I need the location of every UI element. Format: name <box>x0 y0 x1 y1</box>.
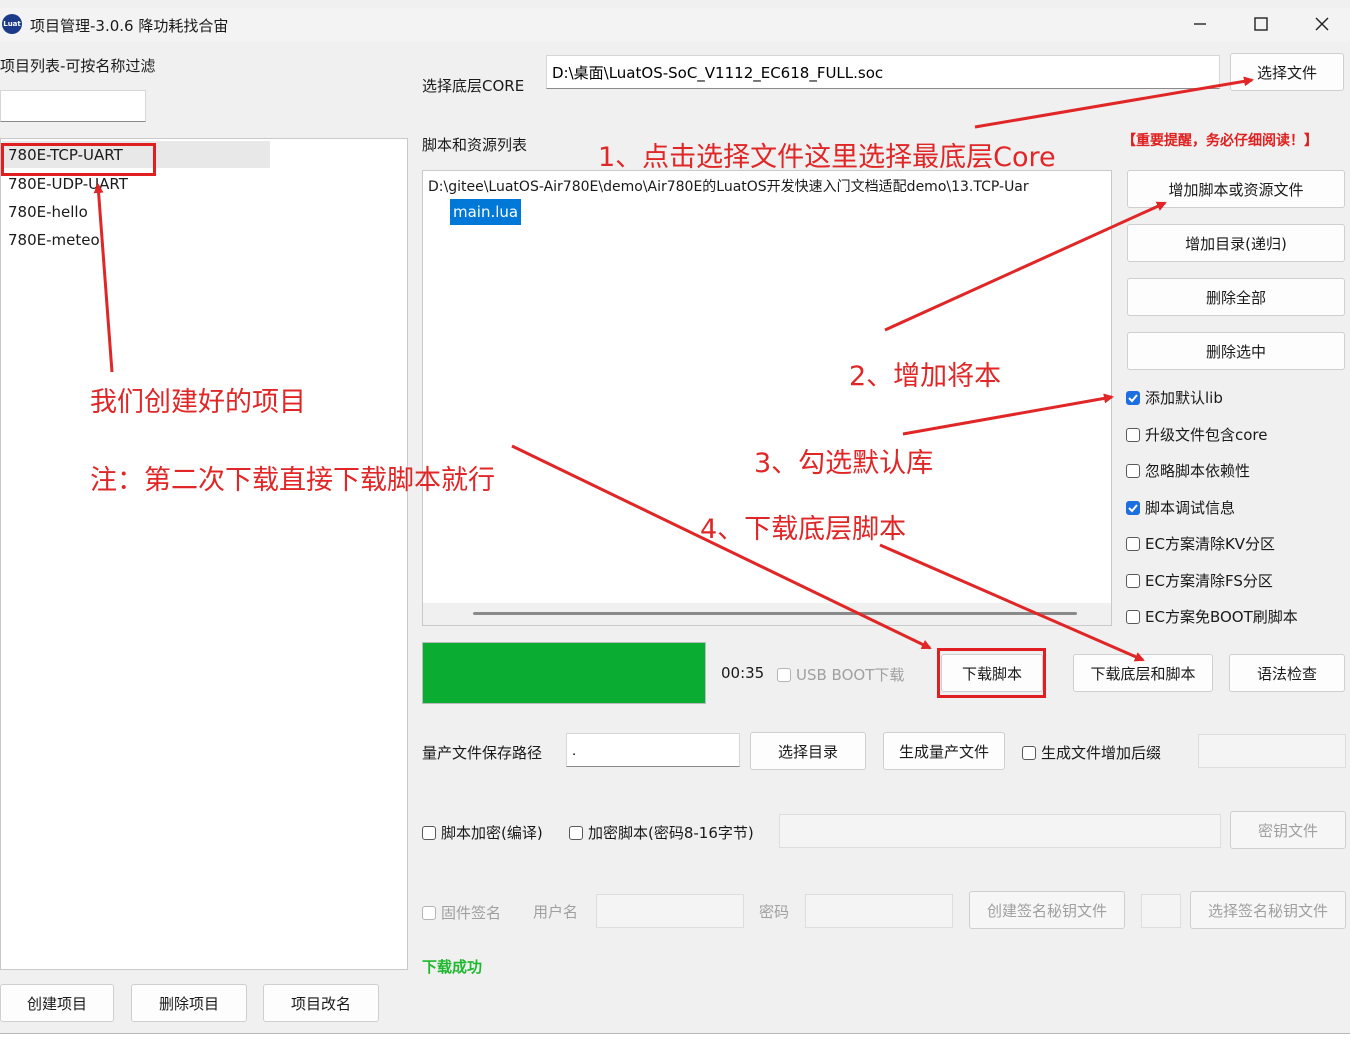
arrow-to-default-lib <box>902 393 1114 436</box>
annotation-step2: 2、增加将本 <box>849 361 1002 392</box>
annotation-second-download-note: 注：第二次下载直接下载脚本就行 <box>90 465 495 496</box>
annotation-projects-note: 我们创建好的项目 <box>90 387 306 418</box>
arrow-to-select-file <box>974 76 1254 129</box>
annotation-step1: 1、点击选择文件这里选择最底层Core <box>598 142 1056 173</box>
annotation-step3: 3、勾选默认库 <box>754 448 934 479</box>
arrow-to-project-list <box>93 183 114 373</box>
arrow-to-add-script <box>884 201 1167 332</box>
annotation-step4: 4、下载底层脚本 <box>700 514 907 545</box>
